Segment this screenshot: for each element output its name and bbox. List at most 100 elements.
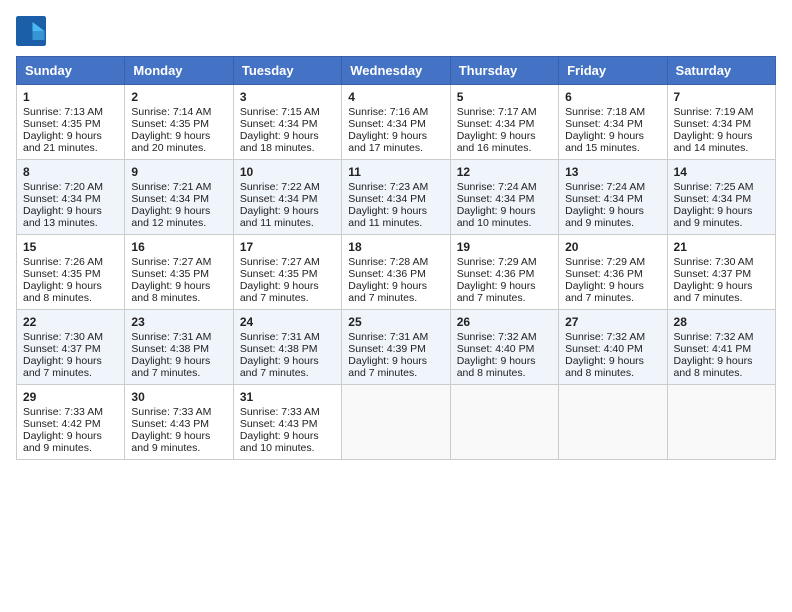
calendar-cell: 9Sunrise: 7:21 AMSunset: 4:34 PMDaylight…: [125, 160, 233, 235]
sunrise-label: Sunrise: 7:20 AM: [23, 181, 103, 193]
day-number: 23: [131, 315, 226, 329]
sunrise-label: Sunrise: 7:23 AM: [348, 181, 428, 193]
daylight-label: Daylight: 9 hours and 10 minutes.: [240, 430, 319, 454]
daylight-label: Daylight: 9 hours and 7 minutes.: [240, 355, 319, 379]
daylight-label: Daylight: 9 hours and 7 minutes.: [674, 280, 753, 304]
sunrise-label: Sunrise: 7:27 AM: [240, 256, 320, 268]
calendar-week-row: 8 Sunrise: 7:20 AM Sunset: 4:34 PM Daylight…: [17, 160, 776, 235]
day-number: 28: [674, 315, 769, 329]
calendar-cell: 6Sunrise: 7:18 AMSunset: 4:34 PMDaylight…: [559, 85, 667, 160]
sunrise-label: Sunrise: 7:22 AM: [240, 181, 320, 193]
day-number: 2: [131, 90, 226, 104]
sunrise-label: Sunrise: 7:31 AM: [131, 331, 211, 343]
sunset-label: Sunset: 4:42 PM: [23, 418, 101, 430]
sunrise-label: Sunrise: 7:31 AM: [240, 331, 320, 343]
sunset-label: Sunset: 4:35 PM: [240, 268, 318, 280]
sunset-label: Sunset: 4:34 PM: [457, 118, 535, 130]
daylight-label: Daylight: 9 hours and 9 minutes.: [23, 430, 102, 454]
daylight-label: Daylight: 9 hours and 12 minutes.: [131, 205, 210, 229]
day-of-week-header: Saturday: [667, 57, 775, 85]
calendar-cell: 27Sunrise: 7:32 AMSunset: 4:40 PMDayligh…: [559, 310, 667, 385]
sunset-label: Sunset: 4:38 PM: [131, 343, 209, 355]
calendar-cell: 7Sunrise: 7:19 AMSunset: 4:34 PMDaylight…: [667, 85, 775, 160]
day-number: 12: [457, 165, 552, 179]
sunrise-label: Sunrise: 7:28 AM: [348, 256, 428, 268]
calendar-week-row: 15Sunrise: 7:26 AMSunset: 4:35 PMDayligh…: [17, 235, 776, 310]
calendar-cell: 17 Sunrise: 7:27 AMSunset: 4:35 PMDayligh…: [233, 235, 341, 310]
daylight-label: Daylight: 9 hours and 8 minutes.: [674, 355, 753, 379]
calendar-cell: 1Sunrise: 7:13 AMSunset: 4:35 PMDaylight…: [17, 85, 125, 160]
calendar-cell: 31Sunrise: 7:33 AMSunset: 4:43 PMDayligh…: [233, 385, 341, 460]
page-header: [16, 16, 776, 46]
calendar-cell: 30Sunrise: 7:33 AMSunset: 4:43 PMDayligh…: [125, 385, 233, 460]
day-number: 27: [565, 315, 660, 329]
daylight-label: Daylight: 9 hours and 7 minutes.: [565, 280, 644, 304]
calendar-cell: 15Sunrise: 7:26 AMSunset: 4:35 PMDayligh…: [17, 235, 125, 310]
sunrise-label: Sunrise: 7:30 AM: [674, 256, 754, 268]
day-number: 26: [457, 315, 552, 329]
sunset-label: Sunset: 4:41 PM: [674, 343, 752, 355]
daylight-label: Daylight: 9 hours and 9 minutes.: [131, 430, 210, 454]
day-number: 25: [348, 315, 443, 329]
calendar-cell: [667, 385, 775, 460]
day-number: 24: [240, 315, 335, 329]
daylight-label: Daylight: 9 hours and 14 minutes.: [674, 130, 753, 154]
calendar-cell: 24 Sunrise: 7:31 AMSunset: 4:38 PMDayligh…: [233, 310, 341, 385]
day-of-week-header: Monday: [125, 57, 233, 85]
calendar-cell: 18Sunrise: 7:28 AMSunset: 4:36 PMDayligh…: [342, 235, 450, 310]
day-number: 6: [565, 90, 660, 104]
calendar-week-row: 1Sunrise: 7:13 AMSunset: 4:35 PMDaylight…: [17, 85, 776, 160]
daylight-label: Daylight: 9 hours and 13 minutes.: [23, 205, 102, 229]
daylight-label: Daylight: 9 hours and 18 minutes.: [240, 130, 319, 154]
day-number: 8: [23, 165, 118, 179]
sunrise-label: Sunrise: 7:16 AM: [348, 106, 428, 118]
daylight-label: Daylight: 9 hours and 11 minutes.: [240, 205, 319, 229]
sunrise-label: Sunrise: 7:27 AM: [131, 256, 211, 268]
daylight-label: Daylight: 9 hours and 7 minutes.: [348, 355, 427, 379]
sunset-label: Sunset: 4:40 PM: [565, 343, 643, 355]
day-number: 31: [240, 390, 335, 404]
daylight-label: Daylight: 9 hours and 17 minutes.: [348, 130, 427, 154]
daylight-label: Daylight: 9 hours and 7 minutes.: [23, 355, 102, 379]
day-number: 1: [23, 90, 118, 104]
day-number: 29: [23, 390, 118, 404]
daylight-label: Daylight: 9 hours and 11 minutes.: [348, 205, 427, 229]
sunrise-label: Sunrise: 7:29 AM: [565, 256, 645, 268]
sunset-label: Sunset: 4:35 PM: [23, 118, 101, 130]
daylight-label: Daylight: 9 hours and 20 minutes.: [131, 130, 210, 154]
sunset-label: Sunset: 4:34 PM: [457, 193, 535, 205]
sunset-label: Sunset: 4:38 PM: [240, 343, 318, 355]
sunrise-label: Sunrise: 7:25 AM: [674, 181, 754, 193]
day-number: 3: [240, 90, 335, 104]
day-number: 18: [348, 240, 443, 254]
daylight-label: Daylight: 9 hours and 8 minutes.: [23, 280, 102, 304]
sunrise-label: Sunrise: 7:18 AM: [565, 106, 645, 118]
sunrise-label: Sunrise: 7:24 AM: [565, 181, 645, 193]
sunrise-label: Sunrise: 7:32 AM: [565, 331, 645, 343]
daylight-label: Daylight: 9 hours and 7 minutes.: [240, 280, 319, 304]
calendar-cell: 29Sunrise: 7:33 AMSunset: 4:42 PMDayligh…: [17, 385, 125, 460]
sunset-label: Sunset: 4:34 PM: [565, 193, 643, 205]
calendar-cell: 2Sunrise: 7:14 AMSunset: 4:35 PMDaylight…: [125, 85, 233, 160]
sunrise-label: Sunrise: 7:19 AM: [674, 106, 754, 118]
calendar-cell: 13Sunrise: 7:24 AMSunset: 4:34 PMDayligh…: [559, 160, 667, 235]
sunrise-label: Sunrise: 7:15 AM: [240, 106, 320, 118]
calendar-week-row: 22Sunrise: 7:30 AMSunset: 4:37 PMDayligh…: [17, 310, 776, 385]
day-number: 9: [131, 165, 226, 179]
sunrise-label: Sunrise: 7:29 AM: [457, 256, 537, 268]
sunrise-label: Sunrise: 7:32 AM: [457, 331, 537, 343]
calendar-table: SundayMondayTuesdayWednesdayThursdayFrid…: [16, 56, 776, 460]
sunrise-label: Sunrise: 7:26 AM: [23, 256, 103, 268]
calendar-cell: 12Sunrise: 7:24 AMSunset: 4:34 PMDayligh…: [450, 160, 558, 235]
sunset-label: Sunset: 4:35 PM: [131, 118, 209, 130]
sunset-label: Sunset: 4:34 PM: [240, 118, 318, 130]
daylight-label: Daylight: 9 hours and 7 minutes.: [457, 280, 536, 304]
calendar-cell: [342, 385, 450, 460]
day-of-week-header: Sunday: [17, 57, 125, 85]
sunrise-label: Sunrise: 7:30 AM: [23, 331, 103, 343]
day-number: 17: [240, 240, 335, 254]
day-number: 21: [674, 240, 769, 254]
day-number: 11: [348, 165, 443, 179]
calendar-cell: 21Sunrise: 7:30 AMSunset: 4:37 PMDayligh…: [667, 235, 775, 310]
sunset-label: Sunset: 4:36 PM: [457, 268, 535, 280]
